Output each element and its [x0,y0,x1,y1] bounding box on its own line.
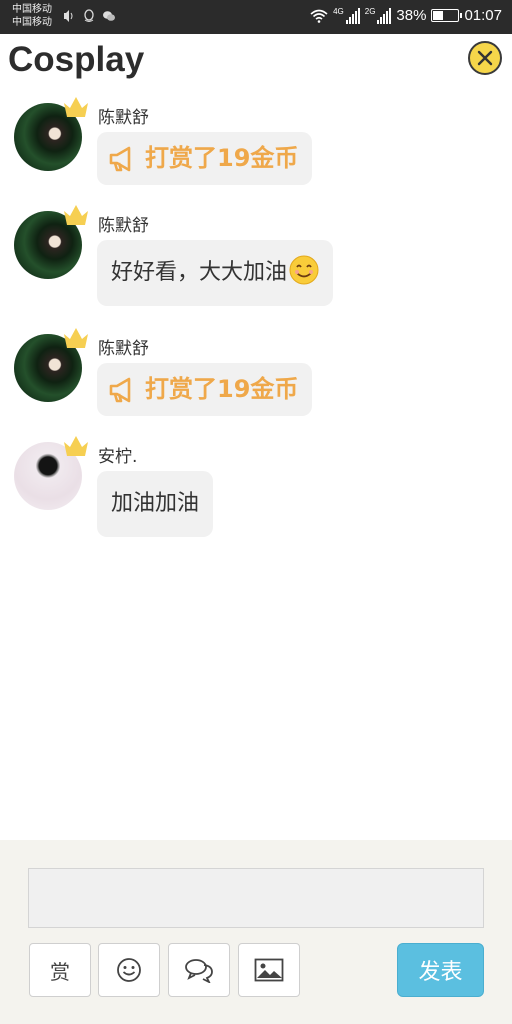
reward-text: 打赏了19金币 [145,144,299,172]
composer-bar: 赏 发表 [0,840,512,1024]
username[interactable]: 安柠. [98,442,137,467]
comment-button[interactable] [168,943,230,997]
network-type-2: 2G [364,7,376,16]
comment-input[interactable] [28,868,484,928]
username[interactable]: 陈默舒 [98,211,149,236]
emoji-icon [117,958,141,982]
megaphone-icon [109,146,131,171]
avatar[interactable] [14,436,88,512]
send-button[interactable]: 发表 [397,943,484,997]
message-text: 好好看，大大加油 [111,260,288,285]
page-title: Cosplay [8,40,145,79]
crown-icon [64,436,88,456]
avatar[interactable] [14,97,88,173]
reward-icon: 赏 [50,959,70,984]
carrier-1: 中国移动 [12,4,52,15]
crown-icon [64,328,88,348]
crown-icon [64,97,88,117]
wechat-icon [103,11,115,21]
qq-icon [84,9,94,22]
reward-text: 打赏了19金币 [145,375,299,403]
username[interactable]: 陈默舒 [98,103,149,128]
message-bubble: 好好看，大大加油 [97,240,334,306]
battery-percent: 38% [396,7,427,24]
image-button[interactable] [238,943,300,997]
emoji-button[interactable] [98,943,160,997]
close-icon [477,50,493,66]
system-status: 4G 2G 38% 01:07 [310,7,502,24]
signal-icon [377,7,392,24]
image-icon [254,958,284,982]
send-label: 发表 [418,960,463,985]
reward-bubble: 打赏了19金币 [97,363,313,416]
reward-bubble: 打赏了19金币 [97,132,313,185]
message-text: 加油加油 [111,491,200,516]
carrier-2: 中国移动 [12,17,52,28]
carrier-info: 中国移动 中国移动 [12,3,52,29]
avatar[interactable] [14,328,88,404]
megaphone-icon [109,377,131,402]
crown-icon [64,205,88,225]
avatar[interactable] [14,205,88,281]
message-bubble: 加油加油 [97,471,214,537]
voice-icon [64,10,73,22]
username[interactable]: 陈默舒 [98,334,149,359]
notification-icons [62,9,116,23]
close-button[interactable] [468,41,502,75]
clock: 01:07 [464,7,502,24]
comment-icon [185,959,213,983]
smiling-face-emoji [289,255,319,285]
signal-icon [345,7,360,24]
reward-button[interactable]: 赏 [29,943,91,997]
status-bar: 中国移动 中国移动 4G 2G 38% 01:07 [0,0,512,34]
network-type-1: 4G [333,7,344,16]
battery-icon [431,9,463,22]
wifi-icon [310,9,328,23]
